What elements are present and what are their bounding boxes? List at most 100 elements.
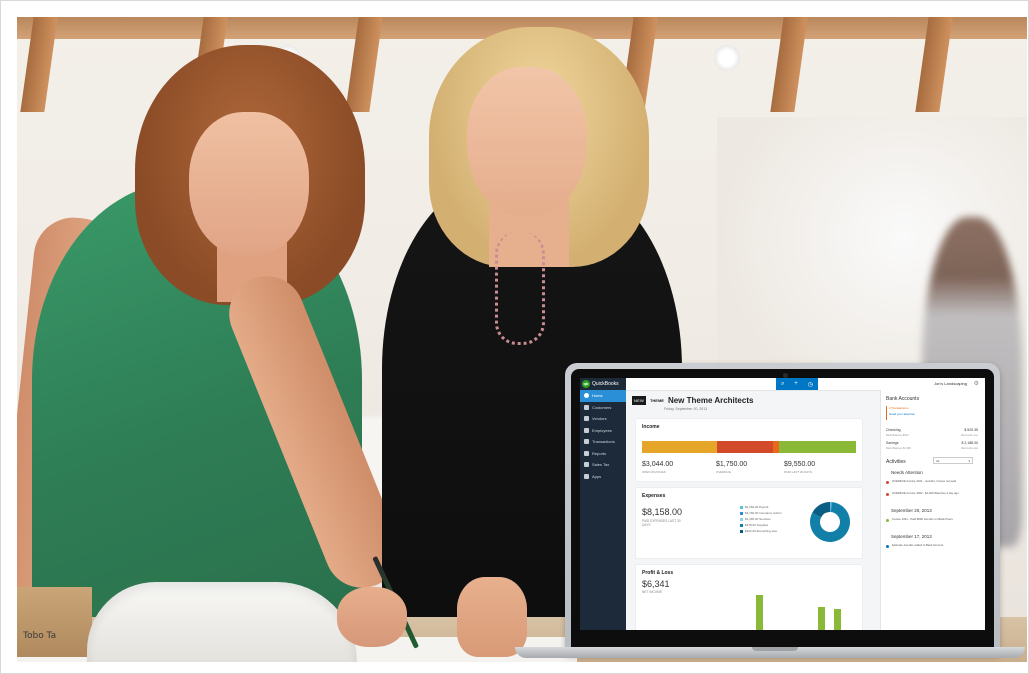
sidebar-item-apps[interactable]: Apps	[580, 471, 626, 483]
search-icon[interactable]: ⌕	[781, 381, 784, 388]
pink-necklace	[495, 232, 545, 345]
reconcile-link[interactable]: Reconcile now	[961, 434, 978, 437]
bank-accounts-title: Bank Accounts	[886, 396, 920, 402]
legend-swatch	[740, 511, 743, 515]
sidebar-item-customers[interactable]: Customers	[580, 402, 626, 414]
company-logo-theme: THEME	[649, 398, 664, 403]
income-bar-overdue[interactable]	[716, 441, 773, 453]
company-name[interactable]: Jon's Landscaping	[934, 381, 967, 386]
box-label: Tobo Ta	[23, 631, 57, 641]
sidebar-item-label: Sales Tax	[592, 462, 610, 468]
sidebar-item-reports[interactable]: Reports	[580, 448, 626, 460]
profit-bar[interactable]	[756, 595, 763, 630]
apps-icon	[584, 473, 589, 479]
laptop-screen: ⌕ + ◷ Jon's Landscaping ⚙ qb QuickBooks …	[580, 378, 985, 630]
account-balance: $ 520.35	[964, 428, 978, 432]
bank-alert[interactable]: 2 Transactions Need your attention	[886, 406, 981, 420]
legend-label: $478.00 Supplies	[745, 523, 769, 527]
income-bar[interactable]	[642, 441, 856, 453]
create-icon[interactable]: +	[794, 381, 798, 387]
sidebar-item-employees[interactable]: Employees	[580, 425, 626, 437]
legend-swatch	[740, 529, 743, 533]
sidebar-list: Home Customers Vendors Employees Transaction…	[580, 390, 626, 482]
bank-alert-count: 2 Transactions	[889, 406, 909, 410]
account-name: Savings	[886, 441, 899, 445]
woman-blonde-hand	[457, 577, 527, 657]
legend-label: $3,156.00 Insurance Admin	[745, 511, 782, 515]
recent-icon[interactable]: ◷	[808, 381, 813, 388]
top-tools: ⌕ + ◷	[776, 378, 818, 390]
profit-loss-card[interactable]: Profit & Loss $6,341 NET INCOME	[636, 565, 862, 630]
activities-title: Activities	[886, 459, 906, 465]
sidebar-item-home[interactable]: Home	[580, 390, 626, 402]
sidebar-item-label: Apps	[592, 473, 602, 479]
income-label: OVERDUE	[716, 470, 731, 474]
legend-item[interactable]: $102.00 Everything else	[740, 528, 782, 534]
income-label: OPEN INVOICES	[642, 470, 666, 474]
activity-status-icon	[886, 519, 889, 522]
expenses-donut-chart[interactable]	[808, 500, 852, 544]
expenses-label: PAID EXPENSES LAST 30 DAYS	[642, 519, 681, 527]
woman-green-face	[189, 112, 309, 257]
sidebar-item-transactions[interactable]: Transactions	[580, 436, 626, 448]
account-row-savings[interactable]: Savings $ 2,188.00	[886, 441, 978, 445]
expenses-title: Expenses	[642, 493, 666, 499]
income-amount: $9,550.00	[784, 461, 816, 468]
income-amount: $3,044.00	[642, 461, 674, 468]
activity-item[interactable]: Invoice 1021 - Paid $500 Jennifer on Ban…	[892, 517, 978, 522]
woman-blonde-face	[467, 67, 587, 217]
page-date: Friday, September 20, 2013	[664, 407, 708, 411]
profit-label: NET INCOME	[642, 590, 662, 594]
legend-swatch	[740, 523, 743, 527]
employees-icon	[584, 427, 589, 433]
sidebar-item-vendors[interactable]: Vendors	[580, 413, 626, 425]
vendors-icon	[584, 416, 589, 422]
account-sub-row: Bank Balance $2,188 Reconcile now	[886, 447, 978, 450]
activities-filter-value: All	[936, 458, 940, 463]
activity-group-header[interactable]: Needs Attention	[891, 470, 923, 475]
income-amount: $1,750.00	[716, 461, 748, 468]
activity-item[interactable]: Estimate Jennifer added to Bank Account	[892, 543, 978, 548]
account-name: Checking	[886, 428, 901, 432]
reports-icon	[584, 450, 589, 456]
legend-label: $4,284.00 Payroll	[745, 505, 769, 509]
activities-filter-select[interactable]: All ▾	[933, 457, 973, 464]
activity-status-icon	[886, 481, 889, 484]
expenses-amount: $8,158.00	[642, 507, 683, 517]
legend-swatch	[740, 517, 743, 521]
sidebar-item-label: Transactions	[592, 439, 615, 445]
activity-item[interactable]: OVERDUE Invoice 1002 - $1,400 Was Due 2 …	[892, 491, 978, 496]
activity-item[interactable]: OVERDUE Invoice 1021 - Jennifer, Invoice…	[892, 479, 978, 484]
profit-amount: $6,341	[642, 579, 670, 589]
ceiling-light	[714, 45, 740, 71]
income-label: PAID LAST 30 DAYS	[784, 470, 813, 474]
sales-tax-icon	[584, 462, 589, 468]
quickbooks-logo-icon[interactable]: qb	[582, 380, 590, 388]
sidebar-item-sales-tax[interactable]: Sales Tax	[580, 459, 626, 471]
woman-green-hand	[337, 587, 407, 647]
account-row-checking[interactable]: Checking $ 520.35	[886, 428, 978, 432]
legend-swatch	[740, 505, 743, 509]
company-header: NEW THEME New Theme Architects	[632, 396, 753, 405]
reconcile-link[interactable]: Reconcile now	[961, 447, 978, 450]
activity-group-header[interactable]: September 20, 2013	[891, 508, 932, 513]
laptop-notch	[752, 647, 798, 651]
profit-bar[interactable]	[818, 607, 825, 630]
account-sub-row: Bank Balance $520 Reconcile now	[886, 434, 978, 437]
income-card[interactable]: Income $3,044.00 OPEN INVOICES $1,750.00…	[636, 419, 862, 481]
profit-bar[interactable]	[834, 609, 841, 630]
sidebar-item-label: Home	[592, 393, 603, 399]
account-bank-balance: Bank Balance $2,188	[886, 447, 911, 450]
chevron-down-icon: ▾	[968, 458, 970, 463]
gear-icon[interactable]: ⚙	[974, 380, 979, 387]
bank-alert-action[interactable]: Need your attention	[889, 412, 981, 416]
expenses-card[interactable]: Expenses $8,158.00 PAID EXPENSES LAST 30…	[636, 488, 862, 558]
brand-row: qb QuickBooks	[582, 379, 619, 389]
account-balance: $ 2,188.00	[961, 441, 978, 445]
sidebar-item-label: Vendors	[592, 416, 607, 422]
activity-group-header[interactable]: September 17, 2013	[891, 534, 932, 539]
activity-status-icon	[886, 493, 889, 496]
income-bar-paid[interactable]	[778, 441, 856, 453]
legend-label: $1,465.00 Services	[745, 517, 771, 521]
income-bar-open[interactable]	[642, 441, 717, 453]
